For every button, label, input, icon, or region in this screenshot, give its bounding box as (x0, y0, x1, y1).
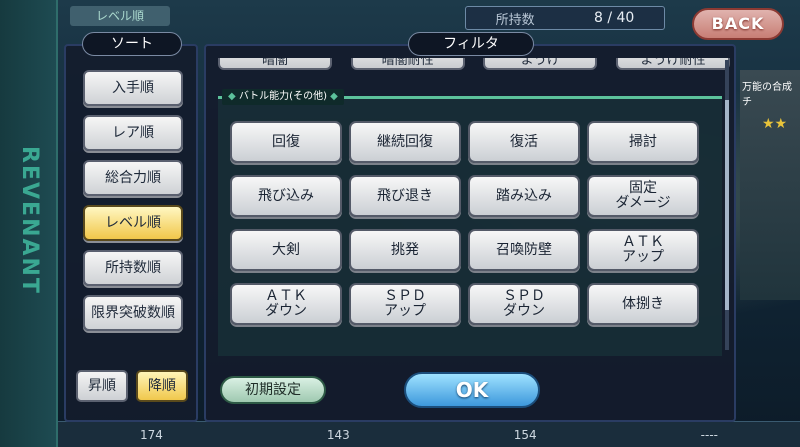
filter-step-in-button[interactable]: 踏み込み (468, 175, 580, 217)
sort-level-button[interactable]: レベル順 (83, 205, 183, 241)
filter-regen-button[interactable]: 継続回復 (349, 121, 461, 163)
sort-total-power-button[interactable]: 総合力順 (83, 160, 183, 196)
filter-spd-up-button[interactable]: ＳＰＤ アップ (349, 283, 461, 325)
descending-button[interactable]: 降順 (136, 370, 188, 402)
sort-limit-break-button[interactable]: 限界突破数順 (83, 295, 183, 331)
revenant-logo: REVENANT (16, 145, 42, 295)
reset-button[interactable]: 初期設定 (220, 376, 326, 404)
section-label: ◆ バトル能力(その他) ◆ (222, 89, 344, 105)
filter-option-button[interactable]: ようけ (483, 58, 598, 70)
sort-list[interactable]: 入手順 レア順 総合力順 レベル順 所持数順 限界突破数順 (78, 70, 188, 355)
previous-section-row: 暗闇 暗闇耐性 ようけ ようけ耐性 (218, 58, 730, 72)
filter-evasion-button[interactable]: 体捌き (587, 283, 699, 325)
filter-summon-barrier-button[interactable]: 召喚防壁 (468, 229, 580, 271)
back-button[interactable]: BACK (692, 8, 784, 40)
filter-fixed-damage-button[interactable]: 固定 ダメージ (587, 175, 699, 217)
filter-option-button[interactable]: 暗闇耐性 (350, 58, 465, 70)
filter-title: フィルタ (408, 32, 534, 56)
filter-sweep-button[interactable]: 掃討 (587, 121, 699, 163)
filter-scroll-area[interactable]: 暗闇 暗闇耐性 ようけ ようけ耐性 ◆ バトル能力(その他) ◆ 回復 継続回復… (218, 58, 730, 356)
filter-atk-down-button[interactable]: ＡＴＫ ダウン (230, 283, 342, 325)
filter-heal-button[interactable]: 回復 (230, 121, 342, 163)
inventory-count-value: 8 / 40 (593, 10, 635, 26)
diamond-icon: ◆ (228, 91, 239, 102)
filter-revive-button[interactable]: 復活 (468, 121, 580, 163)
sort-owned-count-button[interactable]: 所持数順 (83, 250, 183, 286)
sort-title: ソート (82, 32, 182, 56)
filter-dive-in-button[interactable]: 飛び込み (230, 175, 342, 217)
stat-value: 143 (326, 427, 350, 442)
stat-value: ---- (700, 427, 718, 442)
filter-button-grid: 回復 継続回復 復活 掃討 飛び込み 飛び退き 踏み込み 固定 ダメージ 大剣 … (230, 121, 714, 325)
rarity-stars: ★★ (762, 116, 788, 132)
filter-scrollbar[interactable] (725, 60, 729, 350)
background-sort-chip: レベル順 (70, 6, 170, 26)
filter-option-button[interactable]: 暗闇 (218, 58, 332, 70)
scrollbar-thumb[interactable] (725, 100, 729, 310)
diamond-icon: ◆ (326, 91, 338, 102)
sort-rarity-button[interactable]: レア順 (83, 115, 183, 151)
filter-taunt-button[interactable]: 挑発 (349, 229, 461, 271)
inventory-count: 所持数 8 / 40 (465, 6, 665, 30)
ascending-button[interactable]: 昇順 (76, 370, 128, 402)
ok-button[interactable]: OK (404, 372, 540, 408)
background-card-label: 万能の合成チ (742, 82, 792, 108)
stat-value: 174 (139, 427, 163, 442)
battle-ability-other-section: ◆ バトル能力(その他) ◆ 回復 継続回復 復活 掃討 飛び込み 飛び退き 踏… (218, 89, 722, 356)
filter-spd-down-button[interactable]: ＳＰＤ ダウン (468, 283, 580, 325)
stat-value: 154 (513, 427, 537, 442)
background-card: 万能の合成チ ★★ (740, 70, 800, 300)
background-stat-bar: 174 143 154 ---- (58, 421, 800, 447)
filter-retreat-button[interactable]: 飛び退き (349, 175, 461, 217)
filter-option-button[interactable]: ようけ耐性 (615, 58, 730, 70)
filter-atk-up-button[interactable]: ＡＴＫ アップ (587, 229, 699, 271)
inventory-count-label: 所持数 (495, 12, 535, 28)
sort-acquired-button[interactable]: 入手順 (83, 70, 183, 106)
filter-greatsword-button[interactable]: 大剣 (230, 229, 342, 271)
